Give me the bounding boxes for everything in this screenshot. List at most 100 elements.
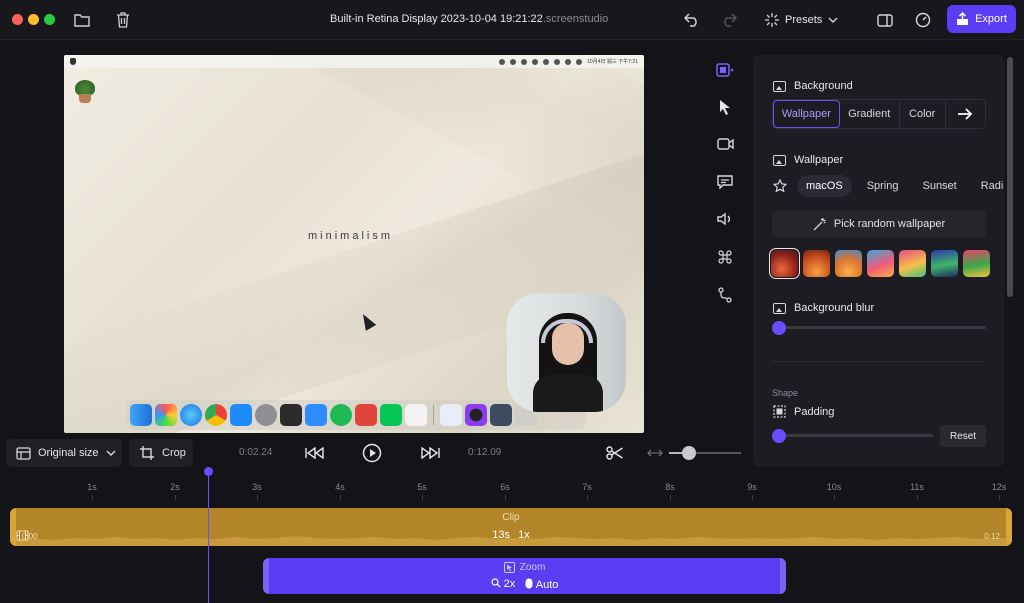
padding-section-title: Padding: [773, 405, 834, 418]
line-icon: [380, 404, 402, 426]
title-bar: Built-in Retina Display 2023-10-04 19:21…: [0, 0, 1024, 40]
crop-button[interactable]: Crop: [129, 439, 193, 467]
wallpaper-thumbnail[interactable]: [769, 248, 800, 279]
clip-segment[interactable]: Clip 13s 1x 0:00 0:12: [10, 508, 1012, 546]
clip-duration: 13s: [492, 529, 511, 541]
zoom-level-value: 2x: [503, 578, 516, 590]
presets-dropdown[interactable]: Presets: [765, 8, 838, 32]
clip-meta: 13s 1x: [16, 529, 1006, 541]
magic-wand-icon: [813, 218, 826, 231]
pointer-icon: [720, 100, 730, 115]
timeline-zoom-slider-knob[interactable]: [682, 446, 696, 460]
shape-label: Shape: [772, 388, 799, 398]
ruler-tick-mark: [340, 495, 341, 500]
close-window-button[interactable]: [12, 14, 23, 25]
zoom-mode: Auto: [525, 578, 558, 591]
launchpad-icon: [155, 404, 177, 426]
wallpaper-thumbnails: [769, 248, 990, 279]
blur-slider-track[interactable]: [773, 326, 986, 329]
playhead-handle[interactable]: [204, 467, 213, 476]
menubar-status-icon: [554, 58, 561, 65]
play-button[interactable]: [360, 441, 384, 465]
apple-icon: [70, 58, 76, 65]
sidebar-toggle-button[interactable]: [873, 8, 897, 32]
category-spring[interactable]: Spring: [858, 175, 908, 197]
zoom-segment[interactable]: Zoom 2x Auto: [263, 558, 786, 594]
zoom-window-button[interactable]: [44, 14, 55, 25]
ruler-tick-mark: [505, 495, 506, 500]
chevron-down-icon: [828, 17, 838, 23]
pick-random-wallpaper-button[interactable]: Pick random wallpaper: [772, 210, 986, 238]
split-button[interactable]: [603, 441, 627, 465]
clip-label: Clip: [502, 512, 520, 523]
padding-slider-track[interactable]: [773, 434, 933, 437]
blur-slider-knob[interactable]: [772, 321, 786, 335]
wallpaper-thumbnail[interactable]: [835, 250, 862, 277]
skip-forward-button[interactable]: [418, 441, 442, 465]
zoom-app-icon: [305, 404, 327, 426]
audio-tool-button[interactable]: [714, 208, 736, 230]
wallpaper-thumbnail[interactable]: [899, 250, 926, 277]
more-tabs-button[interactable]: [946, 107, 985, 121]
category-sunset[interactable]: Sunset: [913, 175, 965, 197]
window-title-name: Built-in Retina Display 2023-10-04 19:21…: [330, 13, 543, 25]
captions-tool-button[interactable]: [714, 171, 736, 193]
wallpaper-thumbnail[interactable]: [803, 250, 830, 277]
folder-button[interactable]: [70, 8, 94, 32]
folder-icon: [74, 14, 90, 27]
app-icon: [355, 404, 377, 426]
category-macos[interactable]: macOS: [797, 175, 852, 197]
shortcuts-tool-button[interactable]: [714, 246, 736, 268]
cursor-tool-button[interactable]: [714, 96, 736, 118]
ruler-tick-mark: [175, 495, 176, 500]
undo-button[interactable]: [680, 8, 704, 32]
ruler-tick-mark: [92, 495, 93, 500]
dock-separator: [433, 405, 434, 425]
camera-tool-button[interactable]: [714, 133, 736, 155]
sidebar-icon: [877, 13, 893, 27]
menubar-status-icon: [521, 58, 528, 65]
safari-icon: [180, 404, 202, 426]
menubar-status-icon: [510, 58, 517, 65]
performance-button[interactable]: [911, 8, 935, 32]
macos-menubar: 10月4日 週三 下午7:21: [64, 55, 644, 68]
timeline-zoom-icon-button[interactable]: [643, 441, 667, 465]
mouse-icon: [525, 578, 533, 589]
minimize-window-button[interactable]: [28, 14, 39, 25]
ruler-tick-label: 8s: [665, 482, 675, 492]
ruler-tick-label: 10s: [826, 482, 842, 492]
timeline-ruler[interactable]: 1s 2s 3s 4s 5s 6s 7s 8s 9s 10s 11s 12s: [0, 478, 1024, 500]
category-radial[interactable]: Radia: [972, 175, 1004, 197]
playhead-line[interactable]: [208, 472, 209, 603]
star-icon[interactable]: [773, 179, 787, 193]
clip-speed: 1x: [518, 529, 530, 541]
padding-slider-knob[interactable]: [772, 429, 786, 443]
wallpaper-thumbnail[interactable]: [963, 250, 990, 277]
padding-title: Padding: [794, 405, 835, 418]
transitions-tool-button[interactable]: [714, 284, 736, 306]
tab-wallpaper[interactable]: Wallpaper: [773, 100, 840, 128]
wallpaper-section-title: Wallpaper: [773, 154, 843, 166]
tab-color[interactable]: Color: [900, 100, 946, 128]
delete-button[interactable]: [111, 8, 135, 32]
tab-gradient[interactable]: Gradient: [840, 100, 900, 128]
clip-title: Clip: [16, 512, 1006, 541]
skip-back-icon: [305, 447, 324, 459]
wallpaper-thumbnail[interactable]: [931, 250, 958, 277]
ruler-tick-label: 4s: [335, 482, 345, 492]
webcam-overlay[interactable]: [507, 293, 626, 412]
panel-scrollbar[interactable]: [1007, 57, 1013, 297]
undo-icon: [684, 13, 697, 27]
background-settings-panel: Background Wallpaper Gradient Color Wall…: [753, 55, 1004, 467]
reset-button[interactable]: Reset: [940, 425, 986, 447]
menubar-status-icon: [532, 58, 539, 65]
redo-button[interactable]: [717, 8, 741, 32]
wallpaper-thumbnail[interactable]: [867, 250, 894, 277]
export-button[interactable]: Export: [947, 5, 1016, 33]
presets-label: Presets: [785, 14, 823, 26]
background-tool-button[interactable]: [714, 59, 736, 81]
skip-back-button[interactable]: [303, 441, 327, 465]
size-dropdown[interactable]: Original size: [6, 439, 122, 467]
screen-studio-icon: [465, 404, 487, 426]
wallpaper-title: Wallpaper: [794, 154, 844, 166]
